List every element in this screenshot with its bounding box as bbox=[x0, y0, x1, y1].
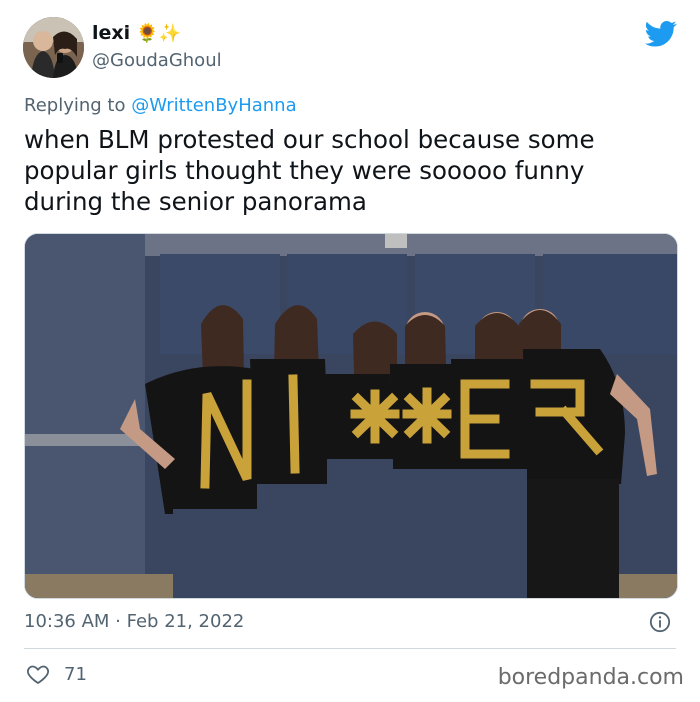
boredpanda-watermark: boredpanda.com bbox=[497, 665, 684, 690]
info-icon[interactable] bbox=[649, 611, 671, 633]
heart-icon bbox=[27, 665, 49, 685]
reply-mention-link[interactable]: @WrittenByHanna bbox=[131, 95, 296, 116]
divider bbox=[24, 648, 676, 649]
twitter-bird-icon[interactable] bbox=[645, 20, 677, 48]
display-name[interactable]: lexi bbox=[92, 22, 130, 44]
tweet-card: lexi 🌻✨ @GoudaGhoul Replying to @Written… bbox=[0, 0, 700, 702]
name-emoji: 🌻✨ bbox=[136, 22, 181, 44]
reply-prefix: Replying to bbox=[24, 95, 126, 116]
avatar[interactable] bbox=[23, 17, 84, 78]
reply-context: Replying to @WrittenByHanna bbox=[24, 95, 297, 116]
like-button[interactable]: 71 bbox=[26, 662, 87, 686]
name-row: lexi 🌻✨ bbox=[92, 22, 181, 44]
like-count: 71 bbox=[64, 663, 87, 685]
tweet-timestamp[interactable]: 10:36 AM · Feb 21, 2022 bbox=[24, 611, 244, 632]
tweet-text: when BLM protested our school because so… bbox=[24, 125, 595, 216]
group-photo-icon bbox=[25, 234, 677, 598]
user-handle[interactable]: @GoudaGhoul bbox=[92, 50, 222, 71]
avatar-photo-icon bbox=[23, 17, 84, 78]
tweet-media[interactable] bbox=[24, 233, 678, 599]
